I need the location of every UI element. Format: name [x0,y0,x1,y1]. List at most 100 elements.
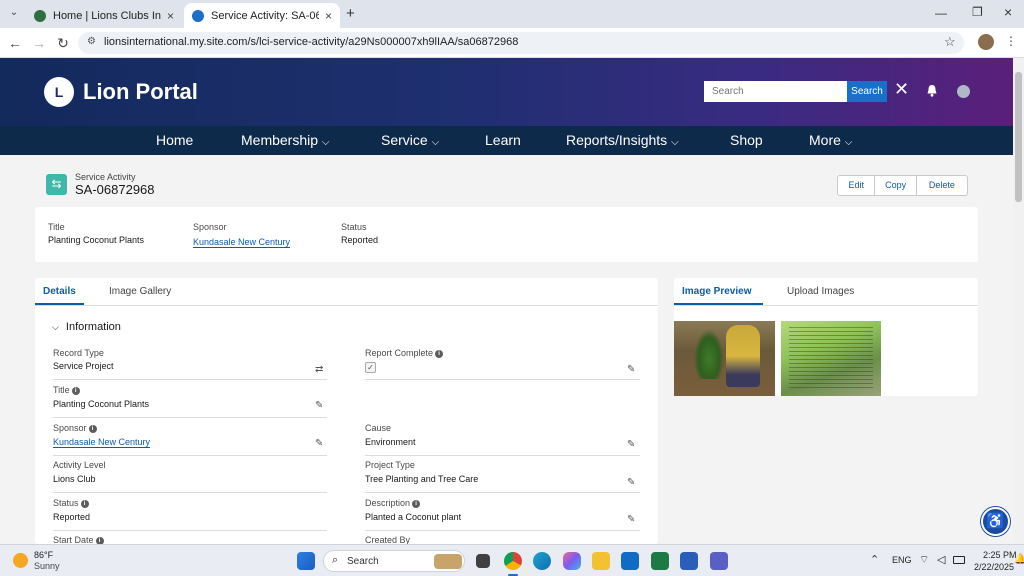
accessibility-icon[interactable]: ♿ [981,507,1010,536]
user-avatar-icon[interactable] [957,85,970,98]
new-tab-icon[interactable]: + [346,5,355,22]
lions-logo-icon[interactable]: L [44,77,74,107]
page-scrollbar[interactable] [1013,58,1024,544]
record-object-label: Service Activity [75,172,136,182]
portal-brand[interactable]: Lion Portal [83,79,198,105]
field-divider [365,492,640,493]
pencil-icon[interactable]: ✎ [315,438,323,449]
certificate-image-thumbnail[interactable] [781,321,881,396]
close-tab-icon[interactable]: × [167,9,174,23]
nav-membership[interactable]: Membership ⌵ [241,126,330,155]
nav-more[interactable]: More ⌵ [809,126,852,155]
info-icon[interactable]: i [435,350,444,358]
field-value: Reported [53,512,91,522]
chevron-down-icon: ⌵ [671,137,679,148]
field-label: Record Type [53,348,104,358]
task-view-icon[interactable] [476,554,490,568]
teams-icon[interactable] [710,552,728,570]
excel-icon[interactable] [651,552,669,570]
nav-learn[interactable]: Learn [485,126,521,155]
nav-service[interactable]: Service ⌵ [381,126,439,155]
pencil-icon[interactable]: ✎ [627,477,635,488]
copilot-icon[interactable] [563,552,581,570]
search-input[interactable] [704,81,847,102]
restore-icon[interactable]: ❐ [972,5,983,19]
nav-reports-insights[interactable]: Reports/Insights ⌵ [566,126,679,155]
site-info-icon[interactable]: ⚙ [87,36,96,47]
weather-desc[interactable]: Sunny [34,561,60,571]
wifi-icon[interactable]: ⌔ [919,553,929,567]
edge-icon[interactable] [533,552,551,570]
browser-menu-icon[interactable]: ⋮ [1005,34,1017,48]
browser-tab-service-activity[interactable]: Service Activity: SA-06872968 × [184,3,340,28]
show-hidden-icons[interactable]: ⌃ [870,553,879,566]
pencil-icon[interactable]: ✎ [627,364,635,375]
battery-icon[interactable] [953,556,965,564]
highlight-status-label: Status [341,222,367,232]
portal-header: L Lion Portal Search ✕ [0,58,1013,126]
portal-favicon-icon [192,9,204,22]
file-explorer-icon[interactable] [592,552,610,570]
field-divider [53,455,327,456]
scrollbar-thumb[interactable] [1015,72,1022,202]
highlight-sponsor-link[interactable]: Kundasale New Century [193,237,291,248]
field-divider [365,455,640,456]
weather-sun-icon[interactable] [13,553,28,568]
tab-image-preview[interactable]: Image Preview [682,286,751,297]
pencil-icon[interactable]: ✎ [627,439,635,450]
change-record-type-icon[interactable]: ⇄ [315,364,323,375]
edit-button[interactable]: Edit [838,176,876,195]
info-icon[interactable]: i [412,500,421,508]
activity-photo-thumbnail[interactable] [674,321,775,396]
url-field[interactable]: ⚙ lionsinternational.my.site.com/s/lci-s… [78,32,964,54]
back-icon[interactable]: ← [6,34,24,52]
forward-icon[interactable]: → [30,34,48,52]
clock-time[interactable]: 2:25 PM [983,550,1017,560]
reload-icon[interactable]: ↻ [54,34,72,52]
field-value: Planting Coconut Plants [53,399,150,409]
nav-shop[interactable]: Shop [730,126,763,155]
chevron-down-icon: ⌵ [321,137,330,148]
details-card: Details Image Gallery ⌵ Information Reco… [35,278,658,545]
field-value: Planted a Coconut plant [365,512,462,522]
highlight-status-value: Reported [341,235,379,245]
sponsor-link[interactable]: Kundasale New Century [53,437,151,448]
info-icon[interactable]: i [71,387,80,395]
profile-avatar-icon[interactable] [978,34,994,50]
nav-home[interactable]: Home [156,126,193,155]
bookmark-star-icon[interactable]: ☆ [944,34,956,50]
language-indicator[interactable]: ENG [892,555,912,565]
report-complete-checkbox[interactable]: ✓ [365,362,376,373]
pencil-icon[interactable]: ✎ [627,514,635,525]
section-toggle[interactable]: ⌵ Information [52,321,121,333]
delete-button[interactable]: Delete [917,176,967,195]
weather-temp[interactable]: 86°F [34,550,53,560]
copy-button[interactable]: Copy [875,176,917,195]
search-button[interactable]: Search [847,81,887,102]
close-tab-icon[interactable]: × [325,9,332,23]
tab-details[interactable]: Details [43,286,76,297]
info-icon[interactable]: i [88,425,97,433]
tab-upload-images[interactable]: Upload Images [787,286,854,297]
pencil-icon[interactable]: ✎ [315,400,323,411]
notification-bell-icon[interactable]: 🔔 [1014,554,1024,565]
tab-image-gallery[interactable]: Image Gallery [109,286,171,297]
close-icon[interactable]: ✕ [894,79,909,100]
bell-icon[interactable] [926,84,938,97]
record-actions: Edit Copy Delete [837,175,968,196]
volume-icon[interactable]: ◁ [937,553,945,566]
tab-search-icon[interactable]: ⌄ [7,7,21,21]
info-icon[interactable]: i [80,500,89,508]
word-icon[interactable] [680,552,698,570]
taskbar-search-box[interactable]: ⌕ Search [323,550,465,572]
close-window-icon[interactable]: × [1004,4,1012,20]
field-label: Title i [53,385,80,395]
tab-title: Service Activity: SA-06872968 [211,9,319,22]
minimize-icon[interactable]: — [935,6,947,20]
windows-start-icon[interactable] [297,552,315,570]
search-highlight-icon [434,554,462,569]
outlook-icon[interactable] [621,552,639,570]
chrome-icon[interactable] [504,552,522,570]
clock-date[interactable]: 2/22/2025 [974,562,1014,572]
browser-tab-home[interactable]: Home | Lions Clubs Internationa × [26,3,182,28]
